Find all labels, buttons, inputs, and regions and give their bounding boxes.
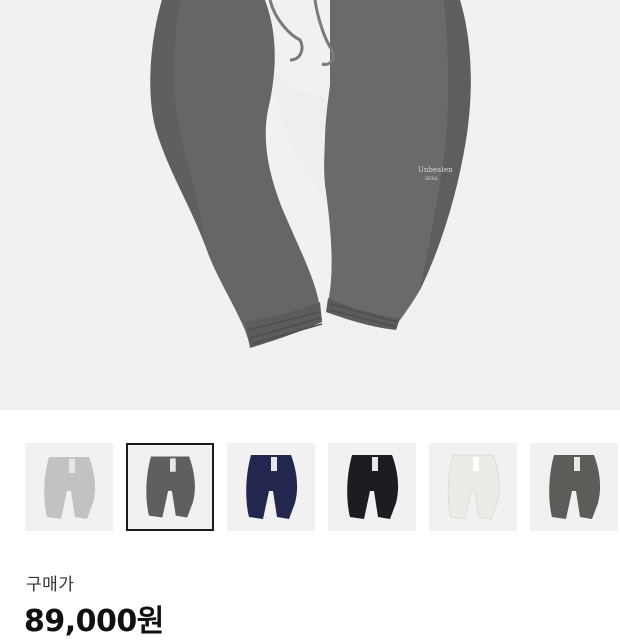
price-label: 구매가 bbox=[26, 575, 75, 595]
thumbnail-charcoal[interactable] bbox=[126, 443, 214, 531]
sweatpants-thumbnail-icon bbox=[447, 454, 500, 520]
color-thumbnail-list bbox=[0, 443, 620, 533]
thumbnail-light-grey[interactable] bbox=[25, 443, 113, 531]
sweatpants-thumbnail-icon bbox=[44, 457, 96, 519]
thumbnail-cream[interactable] bbox=[429, 443, 517, 531]
product-main-image[interactable]: Unbeaten SEOUL bbox=[0, 0, 620, 410]
sweatpants-thumbnail-icon bbox=[347, 455, 399, 519]
thumbnail-dark-olive-grey[interactable] bbox=[530, 443, 618, 531]
sweatpants-thumbnail-icon bbox=[549, 455, 601, 519]
sweatpants-thumbnail-icon bbox=[146, 456, 195, 518]
price-value: 89,000원 bbox=[24, 604, 164, 639]
grey-sweatpants-image: Unbeaten SEOUL bbox=[150, 0, 471, 348]
sweatpants-thumbnail-icon bbox=[246, 455, 298, 519]
thumbnail-black[interactable] bbox=[328, 443, 416, 531]
thumbnail-navy[interactable] bbox=[227, 443, 315, 531]
logo-subtext: SEOUL bbox=[425, 176, 439, 181]
logo-text: Unbeaten bbox=[418, 166, 453, 174]
